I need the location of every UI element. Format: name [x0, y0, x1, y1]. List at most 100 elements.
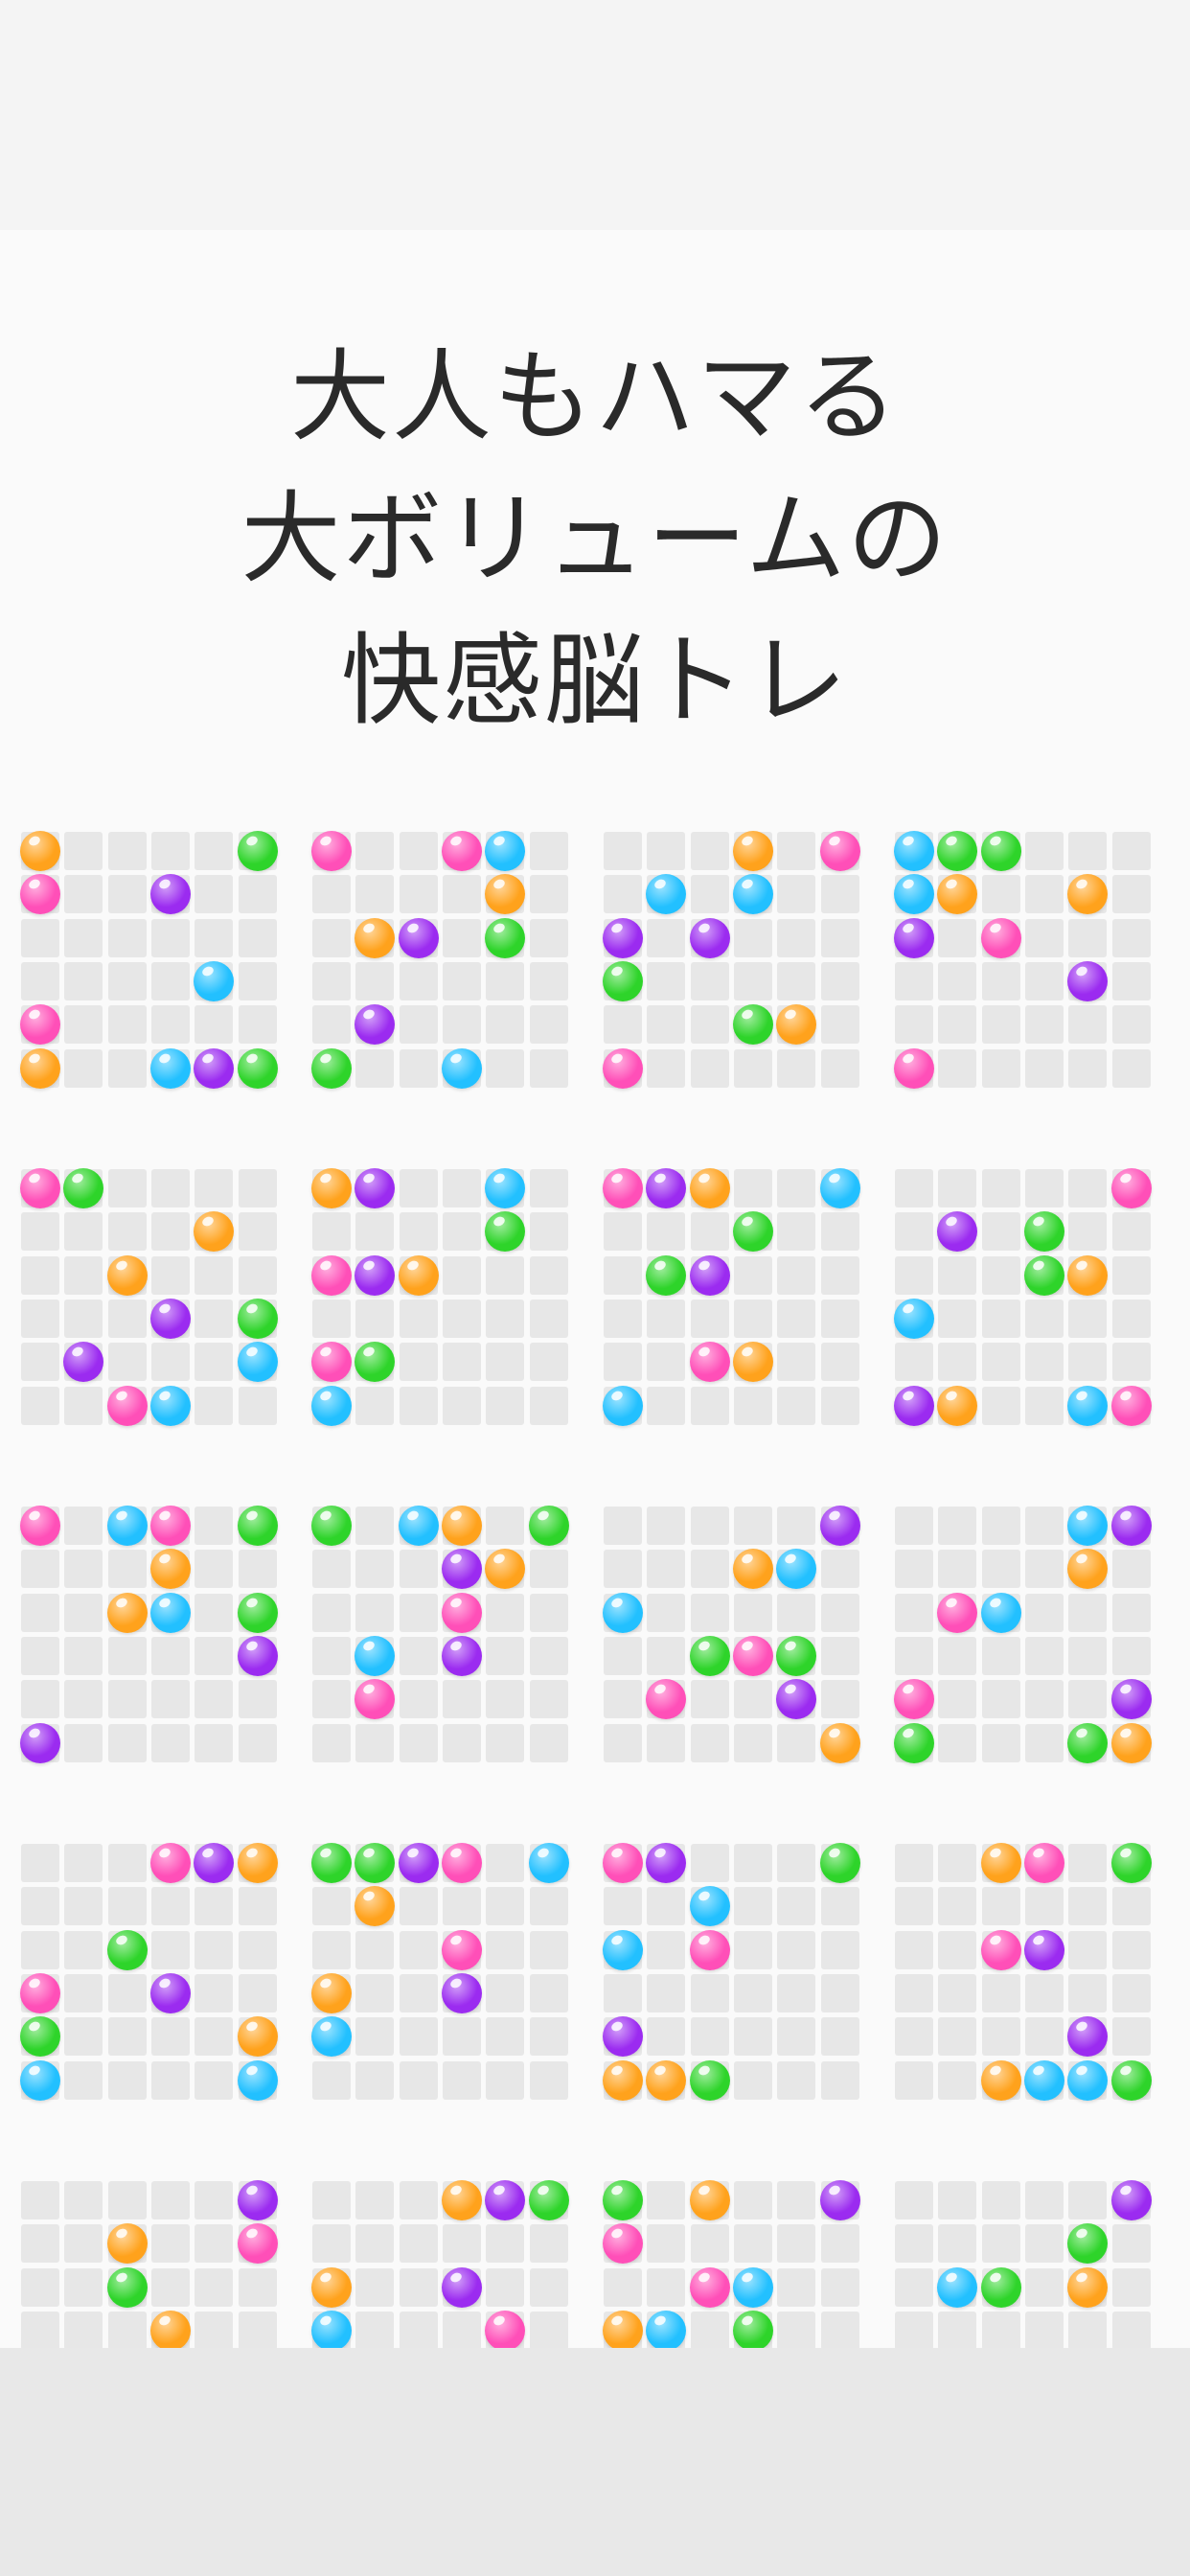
- board-cell: [486, 1256, 524, 1295]
- puzzle-board: [603, 831, 874, 1102]
- color-ball: [646, 2311, 686, 2348]
- board-cell: [400, 1637, 438, 1675]
- color-ball: [311, 1843, 352, 1883]
- board-cell: [691, 1300, 729, 1338]
- board-cell: [777, 1506, 815, 1545]
- color-ball: [981, 1593, 1021, 1633]
- board-cell: [647, 1005, 685, 1044]
- board-cell: [355, 832, 394, 870]
- color-ball: [733, 1342, 773, 1382]
- puzzle-board: [311, 831, 583, 1102]
- board-cell: [777, 832, 815, 870]
- color-ball: [238, 2180, 278, 2220]
- board-cell: [1068, 1049, 1107, 1088]
- board-cell: [239, 1931, 277, 1969]
- board-cell: [895, 962, 933, 1000]
- board-cell: [734, 2181, 772, 2220]
- board-cell: [108, 1300, 147, 1338]
- board-cell: [895, 2017, 933, 2056]
- color-ball: [20, 1973, 60, 2013]
- board-cell: [400, 875, 438, 913]
- board-cell: [604, 1680, 642, 1718]
- board-cell: [604, 1256, 642, 1295]
- board-cell: [355, 1594, 394, 1632]
- color-ball: [733, 874, 773, 914]
- color-ball: [776, 1679, 816, 1719]
- board-cell: [108, 832, 147, 870]
- board-cell: [108, 1844, 147, 1882]
- board-cell: [734, 1594, 772, 1632]
- board-cell: [647, 1550, 685, 1588]
- board-cell: [691, 1844, 729, 1882]
- board-cell: [734, 1931, 772, 1969]
- color-ball: [442, 1843, 482, 1883]
- board-cell: [108, 1974, 147, 2012]
- puzzle-board: [895, 2180, 1165, 2348]
- board-cell: [604, 1550, 642, 1588]
- board-cell: [355, 1724, 394, 1762]
- board-cell: [604, 1005, 642, 1044]
- board-cell: [151, 1256, 190, 1295]
- board-cell: [530, 1387, 568, 1425]
- color-ball: [1067, 2016, 1108, 2057]
- board-cell: [195, 1387, 233, 1425]
- board-cell: [486, 2268, 524, 2307]
- color-ball: [1111, 1679, 1152, 1719]
- board-cell: [64, 1594, 103, 1632]
- board-cell: [239, 1005, 277, 1044]
- board-cell: [604, 1887, 642, 1925]
- color-ball: [442, 1593, 482, 1633]
- board-cell: [312, 1887, 351, 1925]
- board-cell: [1025, 1005, 1064, 1044]
- board-cell: [604, 1212, 642, 1251]
- board-cell: [982, 1212, 1020, 1251]
- color-ball: [20, 874, 60, 914]
- board-cell: [895, 1343, 933, 1381]
- board-cell: [777, 1974, 815, 2012]
- board-cell: [195, 2181, 233, 2220]
- color-ball: [107, 1930, 148, 1970]
- board-cell: [312, 1594, 351, 1632]
- puzzle-board: [20, 1168, 291, 1439]
- board-cell: [355, 1300, 394, 1338]
- color-ball: [485, 1168, 525, 1208]
- board-cell: [821, 1550, 859, 1588]
- board-cell: [1112, 2268, 1151, 2307]
- board-cell: [530, 1049, 568, 1088]
- board-cell: [895, 1887, 933, 1925]
- color-ball: [238, 1593, 278, 1633]
- color-ball: [1111, 1168, 1152, 1208]
- board-cell: [64, 832, 103, 870]
- color-ball: [238, 2016, 278, 2057]
- board-cell: [21, 1387, 59, 1425]
- board-cell: [982, 2017, 1020, 2056]
- board-cell: [64, 1931, 103, 1969]
- board-cell: [108, 1343, 147, 1381]
- board-cell: [647, 1506, 685, 1545]
- board-cell: [21, 919, 59, 957]
- board-cell: [108, 1724, 147, 1762]
- color-ball: [603, 1048, 643, 1089]
- board-cell: [400, 1169, 438, 1208]
- color-ball: [1067, 1506, 1108, 1546]
- board-cell: [777, 1931, 815, 1969]
- board-cell: [486, 1931, 524, 1969]
- board-cell: [982, 875, 1020, 913]
- color-ball: [646, 1843, 686, 1883]
- board-cell: [530, 1724, 568, 1762]
- board-cell: [647, 962, 685, 1000]
- board-cell: [821, 1256, 859, 1295]
- color-ball: [355, 1636, 395, 1676]
- color-ball: [238, 1342, 278, 1382]
- board-cell: [486, 1387, 524, 1425]
- color-ball: [646, 1255, 686, 1296]
- color-ball: [20, 831, 60, 871]
- color-ball: [1024, 1211, 1064, 1252]
- board-cell: [400, 1343, 438, 1381]
- board-cell: [400, 2181, 438, 2220]
- board-cell: [1112, 1300, 1151, 1338]
- board-cell: [982, 962, 1020, 1000]
- board-cell: [108, 1887, 147, 1925]
- puzzle-board: [311, 2180, 583, 2348]
- board-cell: [151, 1680, 190, 1718]
